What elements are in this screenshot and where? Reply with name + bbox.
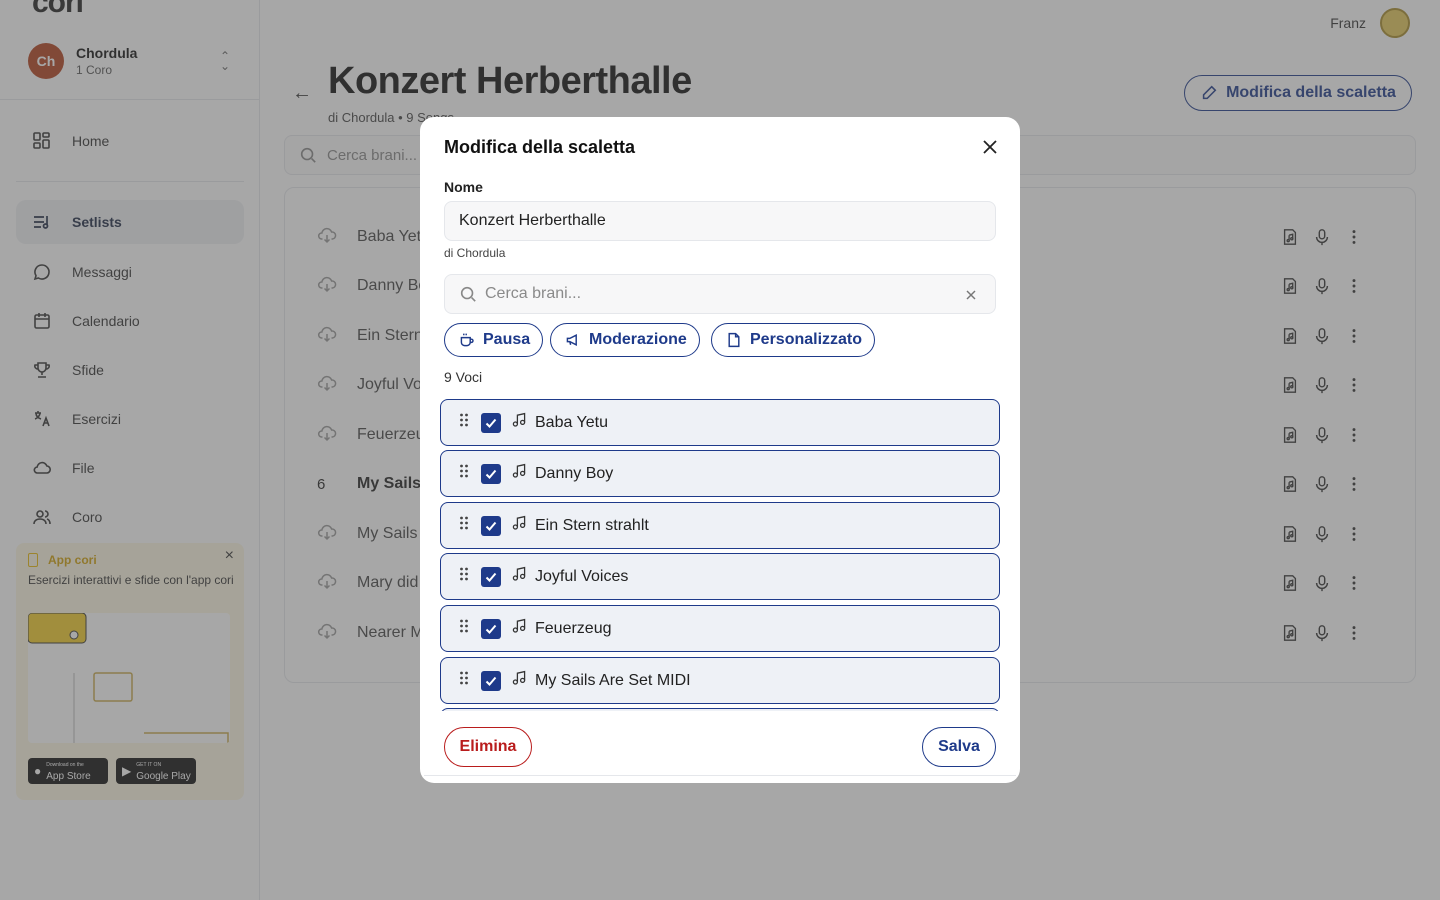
list-item[interactable]: Baba Yetu — [440, 399, 1000, 446]
name-label: Nome — [444, 179, 483, 195]
drag-handle-icon[interactable] — [459, 516, 469, 535]
item-label: Joyful Voices — [535, 567, 629, 585]
setlist-name-input[interactable] — [444, 201, 996, 241]
item-checkbox[interactable] — [481, 412, 501, 433]
modal-search-field[interactable] — [444, 274, 996, 314]
setlist-items-list[interactable]: Baba Yetu Danny Boy Ein Stern strahlt Jo… — [438, 397, 1004, 711]
music-note-icon — [511, 566, 527, 587]
drag-handle-icon[interactable] — [459, 464, 469, 483]
item-checkbox[interactable] — [481, 515, 501, 536]
divider — [424, 775, 1016, 776]
dialog-title: Modifica della scaletta — [444, 137, 636, 157]
music-note-icon — [511, 463, 527, 484]
item-label: My Sails Are Set MIDI — [535, 671, 691, 689]
item-checkbox[interactable] — [481, 566, 501, 587]
item-checkbox[interactable] — [481, 463, 501, 484]
item-checkbox[interactable] — [481, 670, 501, 691]
save-button[interactable]: Salva — [922, 727, 996, 767]
close-icon[interactable] — [980, 137, 1000, 162]
add-moderation-chip[interactable]: Moderazione — [550, 323, 700, 357]
item-checkbox[interactable] — [481, 618, 501, 639]
chip-label: Personalizzato — [750, 331, 863, 348]
list-item[interactable]: My Sails Are Set MIDI — [440, 657, 1000, 704]
edit-setlist-dialog: Modifica della scaletta Nome di Chordula… — [420, 117, 1020, 783]
megaphone-icon — [566, 334, 577, 346]
list-item[interactable]: Danny Boy — [440, 450, 1000, 497]
search-icon — [460, 286, 476, 302]
drag-handle-icon[interactable] — [459, 619, 469, 638]
list-item[interactable]: Ein Stern strahlt — [440, 502, 1000, 549]
add-custom-chip[interactable]: Personalizzato — [711, 323, 876, 357]
chip-label: Moderazione — [589, 331, 687, 348]
name-helper-text: di Chordula — [444, 246, 506, 260]
clear-icon[interactable] — [963, 287, 979, 308]
item-label: Ein Stern strahlt — [535, 516, 649, 534]
item-label: Baba Yetu — [535, 413, 608, 431]
music-note-icon — [511, 412, 527, 433]
add-pause-chip[interactable]: Pausa — [444, 323, 544, 357]
list-item[interactable]: Feuerzeug — [440, 605, 1000, 652]
coffee-icon — [460, 333, 474, 347]
music-note-icon — [511, 515, 527, 536]
delete-button[interactable]: Elimina — [444, 727, 532, 767]
music-note-icon — [511, 670, 527, 691]
item-label: Danny Boy — [535, 464, 614, 482]
list-item[interactable] — [440, 708, 1000, 711]
item-label: Feuerzeug — [535, 619, 612, 637]
chip-label: Pausa — [483, 331, 531, 348]
document-icon — [728, 332, 740, 348]
drag-handle-icon[interactable] — [459, 413, 469, 432]
modal-search-input[interactable] — [485, 285, 945, 303]
list-item[interactable]: Joyful Voices — [440, 553, 1000, 600]
drag-handle-icon[interactable] — [459, 567, 469, 586]
item-count: 9 Voci — [444, 369, 483, 385]
drag-handle-icon[interactable] — [459, 671, 469, 690]
music-note-icon — [511, 618, 527, 639]
